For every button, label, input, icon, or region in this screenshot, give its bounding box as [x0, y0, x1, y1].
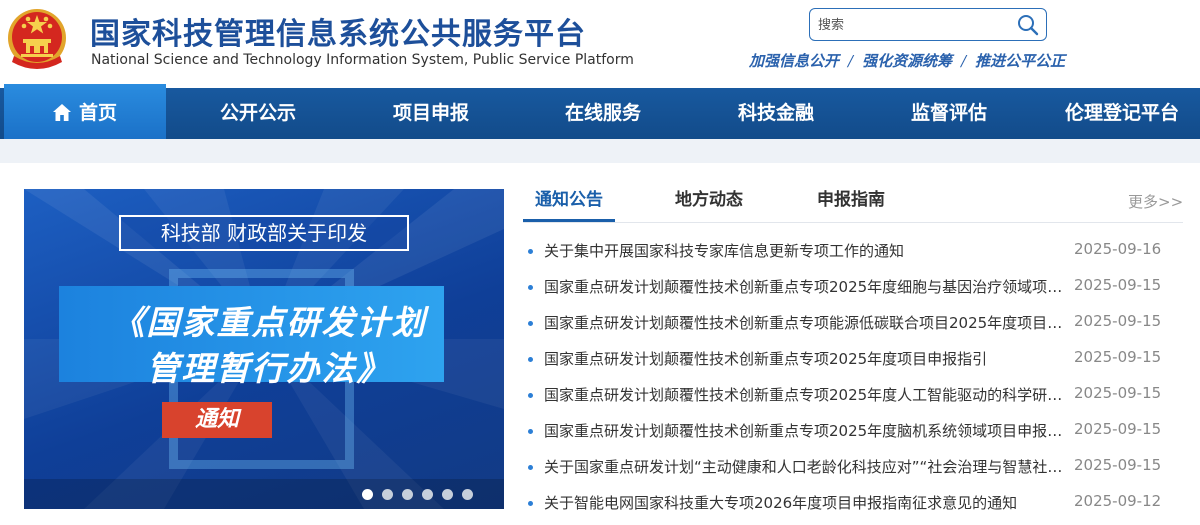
news-item[interactable]: 国家重点研发计划颠覆性技术创新重点专项2025年度项目申报指引 2025-09-… [525, 340, 1185, 376]
news-title[interactable]: 国家重点研发计划颠覆性技术创新重点专项能源低碳联合项目2025年度项目申报指南 [544, 312, 1064, 333]
nav-item-supervision[interactable]: 监督评估 [884, 88, 1014, 139]
bullet-icon [528, 429, 533, 434]
news-title[interactable]: 关于集中开展国家科技专家库信息更新专项工作的通知 [544, 240, 1064, 261]
news-date: 2025-09-15 [1074, 456, 1162, 474]
news-title[interactable]: 关于智能电网国家科技重大专项2026年度项目申报指南征求意见的通知 [544, 492, 1064, 513]
nav-item-label: 伦理登记平台 [1064, 102, 1179, 124]
bullet-icon [528, 501, 533, 506]
news-item[interactable]: 国家重点研发计划颠覆性技术创新重点专项2025年度细胞与基因治疗领域项目申报指南… [525, 268, 1185, 304]
nav-item-label: 公开公示 [219, 102, 296, 124]
news-item[interactable]: 国家重点研发计划颠覆性技术创新重点专项2025年度人工智能驱动的科学研究领域项目… [525, 376, 1185, 412]
bullet-icon [528, 357, 533, 362]
banner-title-line-1: 《国家重点研发计划 [111, 303, 427, 342]
news-title[interactable]: 国家重点研发计划颠覆性技术创新重点专项2025年度细胞与基因治疗领域项目申报指南 [544, 276, 1064, 297]
search-input[interactable] [818, 14, 1008, 36]
nav-item-label: 首页 [78, 102, 117, 124]
news-title[interactable]: 关于国家重点研发计划“主动健康和人口老龄化科技应对”“社会治理与智慧社会科技支撑… [544, 456, 1064, 477]
news-date: 2025-09-15 [1074, 312, 1162, 330]
nav-item-label: 项目申报 [392, 102, 469, 124]
carousel-dot[interactable] [382, 489, 393, 500]
bullet-icon [528, 393, 533, 398]
news-date: 2025-09-15 [1074, 276, 1162, 294]
tab-notices[interactable]: 通知公告 [523, 182, 615, 222]
main-nav: 首页 公开公示 项目申报 在线服务 科技金融 监督评估 伦理登记平台 [0, 84, 1200, 143]
banner-title-line-2: 管理暂行办法》 [146, 349, 392, 388]
news-date: 2025-09-15 [1074, 348, 1162, 366]
news-item[interactable]: 关于智能电网国家科技重大专项2026年度项目申报指南征求意见的通知 2025-0… [525, 484, 1185, 520]
search-box [809, 8, 1047, 41]
nav-item-label: 科技金融 [737, 102, 814, 124]
search-icon[interactable] [1016, 13, 1040, 37]
banner-notice-badge: 通知 [162, 402, 272, 438]
banner-heading: 科技部 财政部关于印发 [119, 215, 409, 251]
site-header: 国家科技管理信息系统公共服务平台 National Science and Te… [0, 0, 1200, 84]
home-icon [52, 104, 71, 121]
news-date: 2025-09-12 [1074, 492, 1162, 510]
bullet-icon [528, 321, 533, 326]
news-tabs: 通知公告 地方动态 申报指南 [523, 182, 1183, 223]
news-title[interactable]: 国家重点研发计划颠覆性技术创新重点专项2025年度项目申报指引 [544, 348, 1064, 369]
nav-item-label: 监督评估 [910, 102, 987, 124]
carousel-dot[interactable] [402, 489, 413, 500]
nav-item-tech-finance[interactable]: 科技金融 [711, 88, 841, 139]
tab-application-guide[interactable]: 申报指南 [817, 182, 885, 219]
news-item[interactable]: 关于国家重点研发计划“主动健康和人口老龄化科技应对”“社会治理与智慧社会科技支撑… [525, 448, 1185, 484]
nav-item-project-application[interactable]: 项目申报 [366, 88, 496, 139]
tab-local-news[interactable]: 地方动态 [675, 182, 743, 219]
carousel-dot[interactable] [422, 489, 433, 500]
carousel-dot[interactable] [442, 489, 453, 500]
more-link[interactable]: 更多>> [1128, 191, 1183, 212]
nav-item-home[interactable]: 首页 [4, 84, 166, 143]
site-subtitle: National Science and Technology Informat… [91, 52, 634, 68]
national-emblem-icon [8, 9, 66, 69]
news-title[interactable]: 国家重点研发计划颠覆性技术创新重点专项2025年度人工智能驱动的科学研究领域项目… [544, 384, 1064, 405]
nav-item-ethics-registration[interactable]: 伦理登记平台 [1052, 88, 1192, 139]
content-band [0, 139, 1200, 163]
slogan: 加强信息公开 / 强化资源统筹 / 推进公平公正 [749, 50, 1065, 71]
news-date: 2025-09-15 [1074, 384, 1162, 402]
slogan-separator: / [848, 52, 854, 70]
carousel-dot[interactable] [462, 489, 473, 500]
bullet-icon [528, 249, 533, 254]
nav-item-public-notice[interactable]: 公开公示 [193, 88, 323, 139]
news-item[interactable]: 关于集中开展国家科技专家库信息更新专项工作的通知 2025-09-16 [525, 232, 1185, 268]
bullet-icon [528, 465, 533, 470]
slogan-item: 推进公平公正 [975, 52, 1066, 70]
carousel-dot[interactable] [362, 489, 373, 500]
news-item[interactable]: 国家重点研发计划颠覆性技术创新重点专项能源低碳联合项目2025年度项目申报指南 … [525, 304, 1185, 340]
news-item[interactable]: 国家重点研发计划颠覆性技术创新重点专项2025年度脑机系统领域项目申报指南 20… [525, 412, 1185, 448]
bullet-icon [528, 285, 533, 290]
news-date: 2025-09-15 [1074, 420, 1162, 438]
nav-item-label: 在线服务 [564, 102, 641, 124]
slogan-item: 强化资源统筹 [862, 52, 953, 70]
news-date: 2025-09-16 [1074, 240, 1162, 258]
slogan-item: 加强信息公开 [749, 52, 840, 70]
site-title: 国家科技管理信息系统公共服务平台 [90, 17, 586, 52]
news-title[interactable]: 国家重点研发计划颠覆性技术创新重点专项2025年度脑机系统领域项目申报指南 [544, 420, 1064, 441]
slogan-separator: / [961, 52, 967, 70]
nav-item-online-service[interactable]: 在线服务 [538, 88, 668, 139]
